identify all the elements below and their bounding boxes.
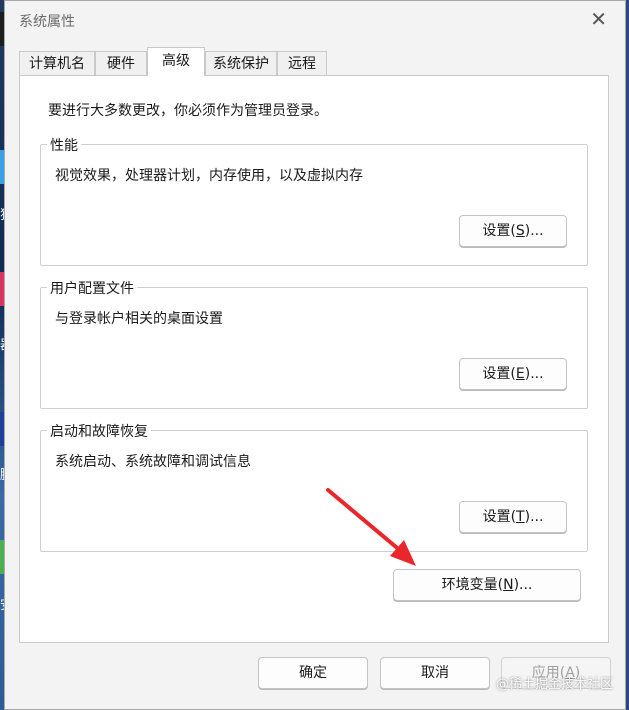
red-arrow-annotation [326,488,416,566]
watermark: @稀土掘金技术社区 [495,677,613,692]
tab-advanced[interactable]: 高级 [147,47,205,76]
